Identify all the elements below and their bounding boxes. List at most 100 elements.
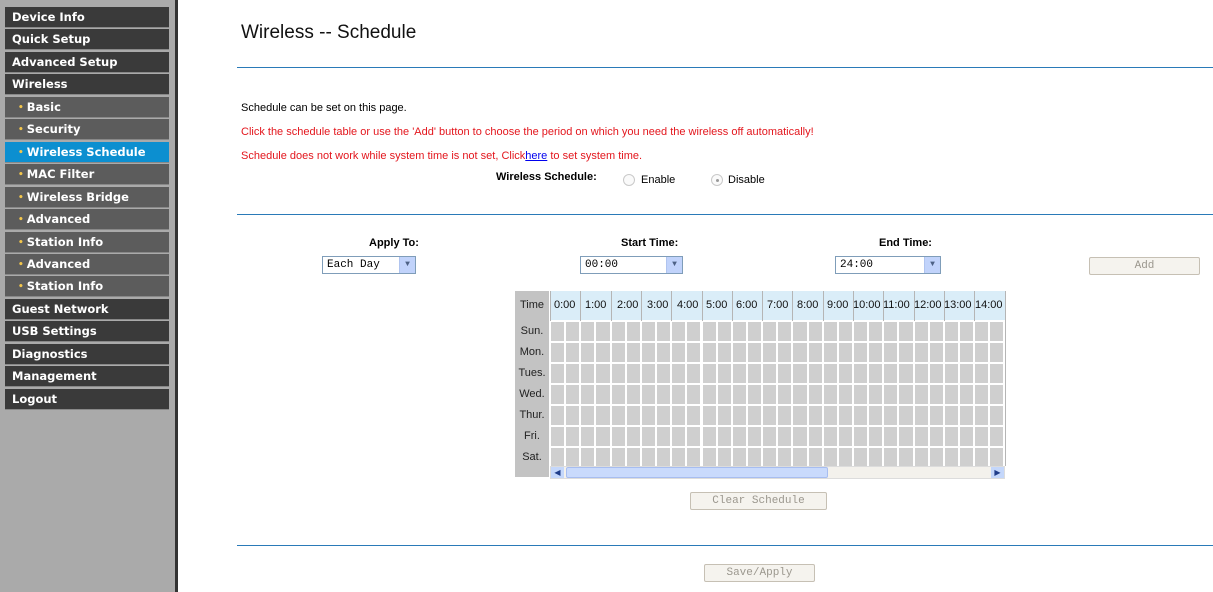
schedule-cell[interactable]: [625, 363, 641, 384]
schedule-cell[interactable]: [625, 405, 641, 426]
schedule-cell[interactable]: [731, 342, 747, 363]
schedule-cell[interactable]: [913, 321, 929, 342]
schedule-cell[interactable]: [686, 342, 702, 363]
sidebar-item-basic[interactable]: • Basic: [5, 96, 169, 118]
schedule-cell[interactable]: [580, 363, 596, 384]
schedule-cell[interactable]: [792, 342, 808, 363]
schedule-cell[interactable]: [701, 342, 717, 363]
schedule-cell[interactable]: [716, 384, 732, 405]
schedule-cell[interactable]: [959, 384, 975, 405]
schedule-cell[interactable]: [625, 342, 641, 363]
schedule-cell[interactable]: [928, 342, 944, 363]
schedule-cell[interactable]: [943, 426, 960, 447]
schedule-cell[interactable]: [580, 384, 596, 405]
schedule-cell[interactable]: [595, 342, 611, 363]
schedule-cell[interactable]: [807, 426, 823, 447]
schedule-cell[interactable]: [898, 426, 914, 447]
schedule-cell[interactable]: [853, 342, 869, 363]
schedule-cell[interactable]: [731, 447, 747, 468]
schedule-cell[interactable]: [595, 405, 611, 426]
schedule-cell[interactable]: [550, 405, 566, 426]
schedule-cell[interactable]: [671, 363, 687, 384]
schedule-cell[interactable]: [913, 447, 929, 468]
schedule-cell[interactable]: [837, 447, 853, 468]
schedule-cell[interactable]: [822, 426, 838, 447]
schedule-cell[interactable]: [883, 321, 899, 342]
schedule-cell[interactable]: [974, 363, 990, 384]
schedule-cell[interactable]: [853, 384, 869, 405]
schedule-cell[interactable]: [837, 384, 853, 405]
schedule-cell[interactable]: [762, 342, 778, 363]
schedule-cell[interactable]: [656, 384, 672, 405]
schedule-cell[interactable]: [640, 447, 657, 468]
schedule-cell[interactable]: [610, 447, 626, 468]
schedule-cell[interactable]: [807, 363, 823, 384]
schedule-cell[interactable]: [671, 384, 687, 405]
sidebar-item-wireless[interactable]: Wireless: [5, 74, 169, 96]
schedule-cell[interactable]: [656, 342, 672, 363]
schedule-cell[interactable]: [656, 426, 672, 447]
schedule-cell[interactable]: [762, 405, 778, 426]
sidebar-item-wireless-schedule[interactable]: • Wireless Schedule: [5, 141, 169, 163]
schedule-cell[interactable]: [853, 321, 869, 342]
schedule-cell[interactable]: [853, 426, 869, 447]
schedule-cell[interactable]: [913, 342, 929, 363]
schedule-cell[interactable]: [640, 342, 657, 363]
schedule-cell[interactable]: [777, 321, 793, 342]
schedule-cell[interactable]: [640, 405, 657, 426]
schedule-cell[interactable]: [640, 384, 657, 405]
schedule-cell[interactable]: [580, 321, 596, 342]
schedule-cell[interactable]: [640, 321, 657, 342]
schedule-cell[interactable]: [716, 363, 732, 384]
schedule-cell[interactable]: [868, 321, 884, 342]
schedule-cell[interactable]: [550, 447, 566, 468]
schedule-cell[interactable]: [883, 384, 899, 405]
schedule-cell[interactable]: [868, 447, 884, 468]
schedule-cell[interactable]: [731, 426, 747, 447]
schedule-cell[interactable]: [731, 363, 747, 384]
schedule-cell[interactable]: [656, 405, 672, 426]
sidebar-item-wireless-bridge[interactable]: • Wireless Bridge: [5, 186, 169, 208]
schedule-cell[interactable]: [943, 342, 960, 363]
schedule-cell[interactable]: [807, 342, 823, 363]
schedule-cell[interactable]: [974, 447, 990, 468]
schedule-cell[interactable]: [640, 363, 657, 384]
schedule-cell[interactable]: [822, 321, 838, 342]
schedule-cell[interactable]: [898, 321, 914, 342]
schedule-cell[interactable]: [898, 342, 914, 363]
schedule-cell[interactable]: [989, 363, 1005, 384]
schedule-cell[interactable]: [822, 342, 838, 363]
schedule-cell[interactable]: [974, 426, 990, 447]
schedule-cell[interactable]: [943, 363, 960, 384]
schedule-cell[interactable]: [959, 426, 975, 447]
schedule-cell[interactable]: [610, 363, 626, 384]
schedule-cell[interactable]: [959, 405, 975, 426]
schedule-cell[interactable]: [807, 321, 823, 342]
schedule-cell[interactable]: [959, 321, 975, 342]
schedule-cell[interactable]: [928, 447, 944, 468]
schedule-cell[interactable]: [565, 363, 581, 384]
schedule-cell[interactable]: [671, 426, 687, 447]
scroll-thumb[interactable]: [566, 467, 828, 478]
schedule-cell[interactable]: [746, 342, 763, 363]
schedule-cell[interactable]: [731, 405, 747, 426]
schedule-cell[interactable]: [762, 426, 778, 447]
sidebar-item-usb-settings[interactable]: USB Settings: [5, 321, 169, 343]
schedule-cell[interactable]: [807, 447, 823, 468]
apply-to-select[interactable]: Each Day ▼: [322, 256, 416, 274]
schedule-cell[interactable]: [898, 363, 914, 384]
schedule-cell[interactable]: [580, 405, 596, 426]
add-button[interactable]: Add: [1089, 257, 1200, 275]
schedule-cell[interactable]: [792, 363, 808, 384]
schedule-cell[interactable]: [898, 405, 914, 426]
schedule-cell[interactable]: [656, 321, 672, 342]
schedule-cell[interactable]: [913, 363, 929, 384]
schedule-cell[interactable]: [837, 342, 853, 363]
sidebar-item-advanced-setup[interactable]: Advanced Setup: [5, 51, 169, 73]
schedule-cell[interactable]: [837, 426, 853, 447]
schedule-cell[interactable]: [959, 363, 975, 384]
schedule-cell[interactable]: [565, 426, 581, 447]
schedule-cell[interactable]: [822, 405, 838, 426]
schedule-cell[interactable]: [959, 447, 975, 468]
schedule-cell[interactable]: [610, 384, 626, 405]
